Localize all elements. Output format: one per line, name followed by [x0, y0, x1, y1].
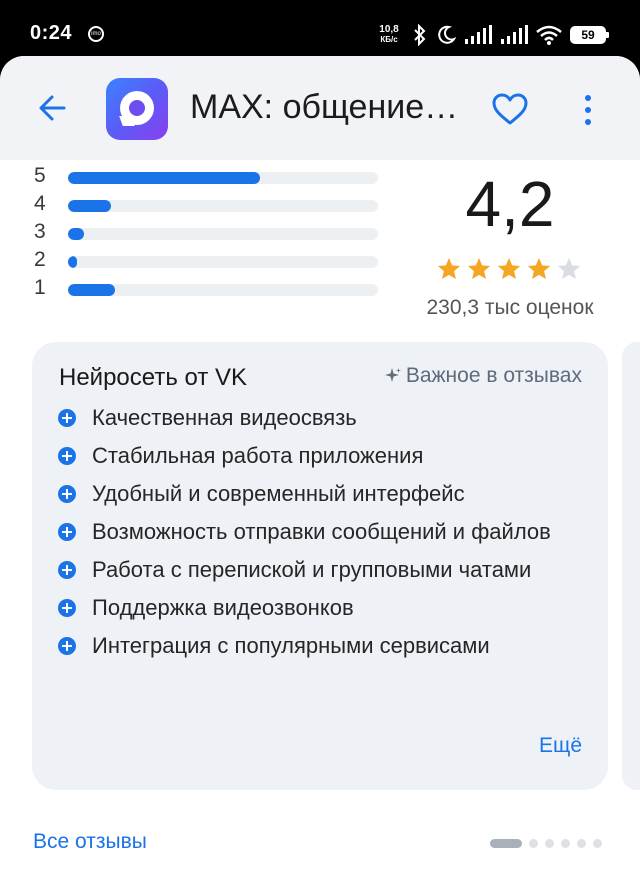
- rating-bar-track: [68, 228, 378, 240]
- rating-bar-row: 2: [32, 246, 382, 274]
- ai-label-text: Важное в отзывах: [405, 364, 582, 387]
- summary-item-text: Работа с перепиской и групповыми чатами: [92, 557, 532, 582]
- status-time: 0:24: [30, 22, 73, 44]
- network-speed-value: 10,8: [379, 24, 399, 35]
- sparkle-icon: [384, 368, 401, 382]
- rating-bar-label: 4: [34, 192, 46, 215]
- star-filled-icon: [467, 257, 491, 279]
- next-card-edge[interactable]: [622, 342, 640, 790]
- imo-icon: imo: [88, 26, 104, 42]
- rating-distribution: 5 4 3 2 1: [32, 162, 382, 302]
- summary-item: Удобный и современный интерфейс: [56, 478, 586, 510]
- rating-bar-fill: [68, 172, 261, 184]
- more-vertical-icon: [585, 95, 591, 125]
- rating-bar-fill: [68, 256, 78, 268]
- rating-stars: [436, 256, 586, 286]
- star-filled-icon: [497, 257, 521, 279]
- page-dot[interactable]: [490, 838, 522, 848]
- rating-bar-label: 1: [34, 276, 46, 299]
- signal-icon: [465, 25, 492, 44]
- rating-bar-label: 2: [34, 248, 46, 271]
- summary-item: Интеграция с популярными сервисами: [56, 630, 586, 662]
- battery-icon: 59: [570, 26, 609, 44]
- summary-item-text: Интеграция с популярными сервисами: [92, 633, 490, 658]
- plus-circle-icon: [58, 523, 76, 541]
- page-dot[interactable]: [545, 838, 554, 848]
- summary-item: Возможность отправки сообщений и файлов: [56, 516, 586, 548]
- rating-bar-label: 5: [34, 164, 46, 187]
- page-dot[interactable]: [577, 838, 586, 848]
- rating-count: 230,3 тыс оценок: [426, 296, 594, 319]
- app-icon: [106, 78, 168, 140]
- favorite-button[interactable]: [490, 90, 530, 130]
- moon-icon: [438, 25, 456, 44]
- more-link[interactable]: Ещё: [539, 734, 582, 758]
- wifi-icon: [536, 25, 562, 45]
- ai-label: Важное в отзывах: [384, 364, 582, 388]
- summary-item-text: Стабильная работа приложения: [92, 443, 424, 468]
- rating-bar-track: [68, 256, 378, 268]
- star-filled-icon: [527, 257, 551, 279]
- rating-bar-fill: [68, 228, 84, 240]
- more-options-button[interactable]: [576, 90, 600, 130]
- summary-list: Качественная видеосвязь Стабильная работа…: [56, 402, 586, 668]
- bluetooth-icon: [414, 24, 426, 46]
- summary-item: Работа с перепиской и групповыми чатами: [56, 554, 586, 586]
- star-empty-icon: [557, 257, 581, 279]
- plus-circle-icon: [58, 561, 76, 579]
- rating-score: 4,2: [465, 168, 555, 240]
- page-dot[interactable]: [561, 838, 570, 848]
- rating-bar-track: [68, 284, 378, 296]
- rating-bar-track: [68, 200, 378, 212]
- rating-bar-track: [68, 172, 378, 184]
- plus-circle-icon: [58, 637, 76, 655]
- rating-bar-label: 3: [34, 220, 46, 243]
- status-indicators: 10,8 КБ/с 59: [374, 22, 609, 48]
- rating-bar-row: 4: [32, 190, 382, 218]
- arrow-left-icon: [39, 95, 66, 121]
- status-bar: 0:24 imo 10,8 КБ/с 59: [0, 0, 640, 56]
- summary-item: Качественная видеосвязь: [56, 402, 586, 434]
- network-speed: 10,8 КБ/с: [374, 25, 404, 45]
- app-title: MAX: общение и звонки: [190, 88, 460, 126]
- summary-item-text: Качественная видеосвязь: [92, 405, 357, 430]
- network-speed-unit: КБ/с: [380, 35, 398, 44]
- summary-item: Стабильная работа приложения: [56, 440, 586, 472]
- page-dot[interactable]: [529, 838, 538, 848]
- plus-circle-icon: [58, 447, 76, 465]
- page-dot[interactable]: [593, 838, 602, 848]
- ai-summary-card: Нейросеть от VK Важное в отзывах Качеств…: [32, 342, 608, 790]
- star-filled-icon: [437, 257, 461, 279]
- page-indicator: [490, 838, 602, 848]
- summary-item-text: Поддержка видеозвонков: [92, 595, 354, 620]
- summary-item-text: Удобный и современный интерфейс: [92, 481, 465, 506]
- rating-bar-row: 5: [32, 162, 382, 190]
- rating-bar-row: 3: [32, 218, 382, 246]
- app-header: MAX: общение и звонки: [0, 56, 640, 160]
- summary-title: Нейросеть от VK: [59, 364, 247, 391]
- heart-icon: [492, 93, 528, 125]
- rating-bar-fill: [68, 200, 112, 212]
- plus-circle-icon: [58, 599, 76, 617]
- summary-item: Поддержка видеозвонков: [56, 592, 586, 624]
- app-details-sheet: MAX: общение и звонки 5 4 3 2 1 4,2 230,3 ты…: [0, 56, 640, 876]
- plus-circle-icon: [58, 409, 76, 427]
- rating-bar-fill: [68, 284, 115, 296]
- all-reviews-link[interactable]: Все отзывы: [33, 830, 147, 854]
- plus-circle-icon: [58, 485, 76, 503]
- rating-bar-row: 1: [32, 274, 382, 302]
- signal-icon-2: [501, 25, 528, 44]
- back-button[interactable]: [34, 90, 74, 126]
- summary-item-text: Возможность отправки сообщений и файлов: [92, 519, 551, 544]
